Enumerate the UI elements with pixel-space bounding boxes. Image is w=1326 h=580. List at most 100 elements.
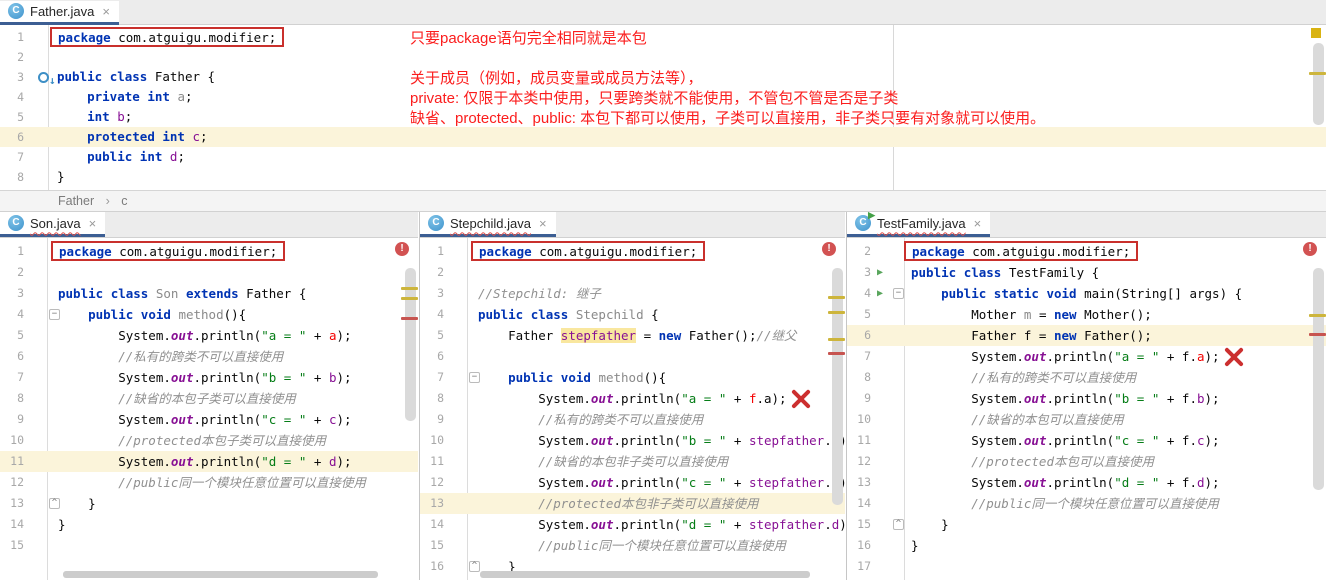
code-line[interactable]: 6 protected int c; — [0, 127, 1326, 147]
code-line[interactable]: 5 System.out.println("a = " + a); — [0, 325, 418, 346]
code-line[interactable]: 14 //public同一个模块任意位置可以直接使用 — [847, 493, 1326, 514]
tab-close-icon[interactable]: × — [539, 216, 547, 231]
code-line[interactable]: 13 //protected本包非子类可以直接使用 — [420, 493, 845, 514]
code-line[interactable]: 3↓public class Father { — [0, 67, 1326, 87]
code-token: Father { — [239, 286, 307, 301]
code-text: } — [911, 535, 919, 556]
horizontal-scrollbar[interactable] — [63, 571, 378, 578]
tab-testfamily[interactable]: C▶TestFamily.java× — [847, 212, 990, 237]
code-line[interactable]: 4 private int a; — [0, 87, 1326, 107]
tab-stepchild[interactable]: CStepchild.java× — [420, 212, 556, 237]
error-tick — [401, 317, 418, 320]
fold-end-icon[interactable]: ^ — [469, 561, 480, 572]
code-line[interactable]: 1package com.atguigu.modifier; — [420, 241, 845, 262]
code-token: System. — [911, 391, 1024, 406]
tab-close-icon[interactable]: × — [89, 216, 97, 231]
fold-collapse-icon[interactable]: − — [469, 372, 480, 383]
code-line[interactable]: 15^ } — [847, 514, 1326, 535]
tab-close-icon[interactable]: × — [102, 4, 110, 19]
run-gutter-icon[interactable]: ▶ — [877, 262, 883, 283]
code-line[interactable]: 2 — [420, 262, 845, 283]
horizontal-scrollbar[interactable] — [480, 571, 810, 578]
code-line[interactable]: 15 — [0, 535, 418, 556]
code-line[interactable]: 5 Mother m = new Mother(); — [847, 304, 1326, 325]
code-line[interactable]: 9 System.out.println("b = " + f.b); — [847, 388, 1326, 409]
code-line[interactable]: 2 — [0, 47, 1326, 67]
code-line[interactable]: 13 System.out.println("d = " + f.d); — [847, 472, 1326, 493]
code-line[interactable]: 7− public void method(){ — [420, 367, 845, 388]
line-number: 3 — [0, 67, 24, 87]
code-line[interactable]: 4▶− public static void main(String[] arg… — [847, 283, 1326, 304]
tab-son[interactable]: CSon.java× — [0, 212, 105, 237]
editor-son[interactable]: 1package com.atguigu.modifier;23public c… — [0, 238, 418, 580]
code-line[interactable]: 5 Father stepfather = new Father();//继父 — [420, 325, 845, 346]
code-line[interactable]: 5 int b; — [0, 107, 1326, 127]
breadcrumb-item-class[interactable]: Father — [58, 194, 94, 208]
vertical-scrollbar[interactable] — [1313, 268, 1324, 490]
code-line[interactable]: 6 Father f = new Father(); — [847, 325, 1326, 346]
fold-collapse-icon[interactable]: − — [893, 288, 904, 299]
code-line[interactable]: 7 System.out.println("a = " + f.a); — [847, 346, 1326, 367]
code-line[interactable]: 8 //私有的跨类不可以直接使用 — [847, 367, 1326, 388]
editor-stepchild[interactable]: 1package com.atguigu.modifier;23//Stepch… — [420, 238, 845, 580]
code-token: "a = " — [1114, 349, 1159, 364]
error-tick — [1309, 333, 1326, 336]
code-line[interactable]: 10 System.out.println("b = " + stepfathe… — [420, 430, 845, 451]
code-line[interactable]: 3▶public class TestFamily { — [847, 262, 1326, 283]
vertical-scrollbar[interactable] — [1313, 43, 1324, 125]
code-line[interactable]: 3public class Son extends Father { — [0, 283, 418, 304]
code-line[interactable]: 11 //缺省的本包非子类可以直接使用 — [420, 451, 845, 472]
code-line[interactable]: 8 System.out.println("a = " + f.a); — [420, 388, 845, 409]
tab-father-java[interactable]: C Father.java × — [0, 1, 119, 25]
code-token: //public同一个模块任意位置可以直接使用 — [911, 496, 1219, 511]
code-line[interactable]: 1package com.atguigu.modifier; — [0, 241, 418, 262]
code-line[interactable]: 2package com.atguigu.modifier; — [847, 241, 1326, 262]
code-line[interactable]: 9 //私有的跨类不可以直接使用 — [420, 409, 845, 430]
editor-pane-son: CSon.java×1package com.atguigu.modifier;… — [0, 212, 418, 580]
code-line[interactable]: 6 — [420, 346, 845, 367]
code-line[interactable]: 12 //public同一个模块任意位置可以直接使用 — [0, 472, 418, 493]
tab-close-icon[interactable]: × — [974, 216, 982, 231]
editor-testfamily[interactable]: 2package com.atguigu.modifier;3▶public c… — [847, 238, 1326, 580]
fold-end-icon[interactable]: ^ — [49, 498, 60, 509]
code-line[interactable]: 4− public void method(){ — [0, 304, 418, 325]
code-token: "c = " — [681, 475, 726, 490]
code-line[interactable]: 1package com.atguigu.modifier; — [0, 27, 1326, 47]
code-token: .println( — [613, 517, 681, 532]
code-line[interactable]: 4public class Stepchild { — [420, 304, 845, 325]
editor-father[interactable]: 只要package语句完全相同就是本包关于成员（例如，成员变量或成员方法等），p… — [0, 25, 1326, 191]
code-line[interactable]: 12 //protected本包可以直接使用 — [847, 451, 1326, 472]
code-token: public — [941, 286, 986, 301]
fold-end-icon[interactable]: ^ — [893, 519, 904, 530]
code-line[interactable]: 6 //私有的跨类不可以直接使用 — [0, 346, 418, 367]
code-line[interactable]: 13^ } — [0, 493, 418, 514]
code-line[interactable]: 2 — [0, 262, 418, 283]
vertical-scrollbar[interactable] — [832, 268, 843, 505]
breadcrumb-item-field[interactable]: c — [121, 194, 127, 208]
inspections-error-icon[interactable]: ! — [822, 242, 836, 256]
code-line[interactable]: 10 //缺省的本包可以直接使用 — [847, 409, 1326, 430]
code-line[interactable]: 12 System.out.println("c = " + stepfathe… — [420, 472, 845, 493]
code-line[interactable]: 17 — [847, 556, 1326, 577]
code-line[interactable]: 7 public int d; — [0, 147, 1326, 167]
code-text: System.out.println("b = " + b); — [58, 367, 352, 388]
inspections-warning-icon[interactable] — [1311, 28, 1321, 38]
code-line[interactable]: 14 System.out.println("d = " + stepfathe… — [420, 514, 845, 535]
code-line[interactable]: 8 //缺省的本包子类可以直接使用 — [0, 388, 418, 409]
fold-collapse-icon[interactable]: − — [49, 309, 60, 320]
code-line[interactable]: 15 //public同一个模块任意位置可以直接使用 — [420, 535, 845, 556]
code-line[interactable]: 7 System.out.println("b = " + b); — [0, 367, 418, 388]
code-line[interactable]: 10 //protected本包子类可以直接使用 — [0, 430, 418, 451]
vertical-scrollbar[interactable] — [405, 268, 416, 421]
code-line[interactable]: 11 System.out.println("d = " + d); — [0, 451, 418, 472]
code-line[interactable]: 14} — [0, 514, 418, 535]
inspections-error-icon[interactable]: ! — [395, 242, 409, 256]
code-line[interactable]: 8} — [0, 167, 1326, 187]
package-highlight-box: package com.atguigu.modifier; — [51, 241, 285, 261]
code-line[interactable]: 11 System.out.println("c = " + f.c); — [847, 430, 1326, 451]
code-line[interactable]: 9 System.out.println("c = " + c); — [0, 409, 418, 430]
run-gutter-icon[interactable]: ▶ — [877, 283, 883, 304]
code-line[interactable]: 3//Stepchild: 继子 — [420, 283, 845, 304]
code-line[interactable]: 16} — [847, 535, 1326, 556]
inspections-error-icon[interactable]: ! — [1303, 242, 1317, 256]
